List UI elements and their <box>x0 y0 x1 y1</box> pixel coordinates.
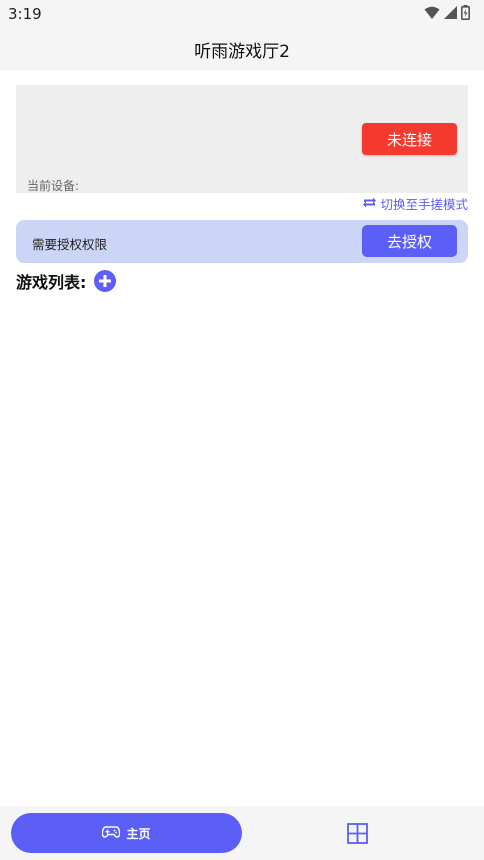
auth-message: 需要授权权限 <box>32 237 108 252</box>
switch-mode-link[interactable]: 切换至手搓模式 <box>362 194 468 213</box>
app-bar: 听雨游戏厅2 <box>0 28 484 70</box>
bottom-nav: 主页 <box>0 806 484 860</box>
switch-mode-label: 切换至手搓模式 <box>380 197 468 212</box>
signal-icon <box>444 6 457 19</box>
games-list-title: 游戏列表: <box>16 273 87 292</box>
status-icons <box>424 5 470 20</box>
wifi-icon <box>424 6 440 20</box>
page-title: 听雨游戏厅2 <box>194 42 290 62</box>
device-card: 未连接 当前设备: <box>16 85 468 193</box>
connect-button[interactable]: 未连接 <box>362 123 457 155</box>
nav-home-label: 主页 <box>126 826 151 841</box>
authorize-button[interactable]: 去授权 <box>362 225 457 257</box>
games-header: 游戏列表: <box>16 269 117 293</box>
battery-icon <box>461 5 470 20</box>
repeat-icon <box>362 196 377 212</box>
gamepad-icon <box>102 825 121 841</box>
current-device-label: 当前设备: <box>27 179 80 193</box>
grid-icon[interactable] <box>347 823 368 844</box>
nav-home-tab[interactable]: 主页 <box>11 813 242 853</box>
status-bar: 3:19 <box>0 0 484 28</box>
add-circle-icon[interactable] <box>94 270 117 292</box>
status-time: 3:19 <box>8 5 42 23</box>
auth-banner: 需要授权权限 去授权 <box>16 220 468 263</box>
